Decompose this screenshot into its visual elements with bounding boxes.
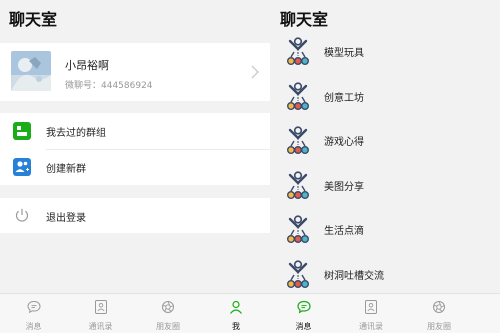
tab-label: 通讯录: [359, 322, 383, 331]
create-group-icon: [13, 158, 31, 176]
group-item[interactable]: 生活点滴: [270, 208, 500, 252]
logout-button[interactable]: 退出登录: [0, 198, 270, 233]
group-chat-icon: [286, 260, 310, 289]
menu-item-visited-groups[interactable]: 我去过的群组: [0, 113, 270, 150]
menu-item-create-group[interactable]: 创建新群: [0, 149, 270, 185]
contacts-icon: [94, 300, 107, 314]
top-bar: 聊天室: [0, 0, 270, 42]
tab-label: 朋友圈: [156, 322, 180, 331]
page-title: 聊天室: [9, 10, 58, 29]
tab-messages[interactable]: 消息: [0, 294, 67, 333]
tab-moments[interactable]: 朋友圈: [405, 294, 473, 333]
group-name: 美图分享: [324, 182, 364, 193]
menu-item-label: 创建新群: [46, 164, 86, 175]
tab-messages[interactable]: 消息: [270, 294, 337, 333]
app-screen: 聊天室 小昂裕啊 微聊号：444586924 我去过的群组 创建新群 退出登录 …: [0, 0, 500, 333]
group-item[interactable]: 游戏心得: [270, 119, 500, 163]
bottom-tab-bar: 消息 通讯录 朋友圈: [270, 293, 500, 333]
tab-label: 消息: [295, 322, 312, 331]
group-name: 树洞吐槽交流: [324, 271, 384, 282]
person-icon: [230, 300, 242, 314]
tab-moments[interactable]: 朋友圈: [134, 294, 202, 333]
tab-label: 我: [232, 322, 240, 331]
group-name: 游戏心得: [324, 137, 364, 148]
wechat-id: 微聊号：444586924: [65, 81, 153, 91]
tab-label: 通讯录: [88, 322, 113, 331]
me-screen: 聊天室 小昂裕啊 微聊号：444586924 我去过的群组 创建新群 退出登录 …: [0, 0, 270, 333]
page-title: 聊天室: [280, 10, 329, 29]
aperture-icon: [433, 301, 445, 313]
group-item[interactable]: 美图分享: [270, 164, 500, 208]
avatar: [11, 51, 51, 91]
group-chat-icon: [286, 215, 310, 244]
group-item[interactable]: 创意工坊: [270, 75, 500, 119]
group-chat-icon: [286, 126, 310, 155]
group-list-screen: 聊天室 模型玩具 创意工坊 游戏心得 美图分享 生活点滴 树洞吐槽交流 消息 通…: [270, 0, 500, 333]
group-item[interactable]: 树洞吐槽交流: [270, 253, 500, 297]
tab-contacts[interactable]: 通讯录: [337, 294, 405, 333]
group-chat-icon: [286, 37, 310, 66]
chat-bubble-icon: [296, 300, 311, 314]
group-chat-icon: [286, 171, 310, 200]
power-icon: [15, 208, 29, 222]
menu-item-label: 我去过的群组: [46, 128, 106, 139]
tab-label: 朋友圈: [427, 322, 451, 331]
group-name: 生活点滴: [324, 226, 364, 237]
menu-group: 我去过的群组 创建新群: [0, 113, 270, 185]
chat-bubble-icon: [26, 300, 41, 314]
groups-icon: [13, 122, 31, 140]
chevron-right-icon: [251, 65, 259, 79]
aperture-icon: [162, 301, 174, 313]
contacts-icon: [365, 300, 377, 314]
profile-card[interactable]: 小昂裕啊 微聊号：444586924: [0, 43, 270, 101]
profile-name: 小昂裕啊: [65, 59, 109, 72]
group-item[interactable]: 模型玩具: [270, 30, 500, 74]
tab-contacts[interactable]: 通讯录: [67, 294, 134, 333]
group-name: 模型玩具: [324, 48, 364, 59]
tab-me[interactable]: 我: [202, 294, 270, 333]
group-chat-icon: [286, 82, 310, 111]
tab-label: 消息: [25, 322, 42, 331]
bottom-tab-bar: 消息 通讯录 朋友圈: [0, 293, 270, 333]
logout-label: 退出登录: [46, 213, 86, 224]
group-name: 创意工坊: [324, 93, 364, 104]
